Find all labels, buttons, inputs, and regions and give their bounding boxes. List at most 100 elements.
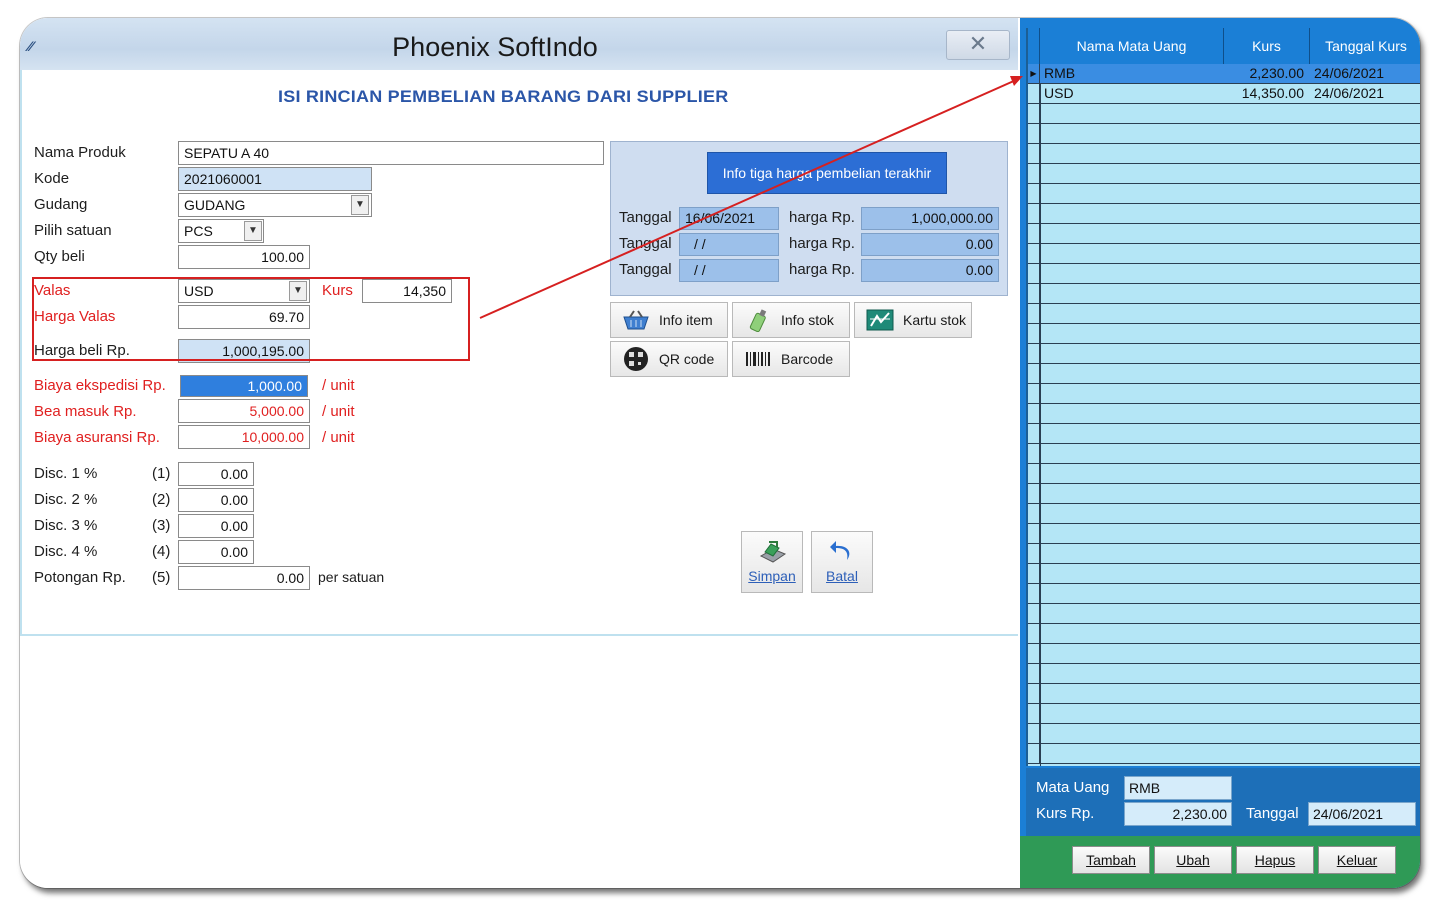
hapus-button[interactable]: Hapus [1236,846,1314,874]
currency-row[interactable]: USD 14,350.00 24/06/2021 [1028,84,1420,104]
col-tanggal-kurs[interactable]: Tanggal Kurs [1310,28,1420,64]
disc-1-field[interactable]: 0.00 [178,462,254,486]
simpan-button[interactable]: Simpan [741,531,803,593]
disc-3-num: (3) [152,517,171,534]
empty-row [1028,564,1420,584]
col-kurs[interactable]: Kurs [1224,28,1310,64]
close-icon[interactable]: ✕ [946,30,1010,60]
empty-row [1028,724,1420,744]
empty-row [1028,544,1420,564]
row-indicator [1028,164,1040,183]
biaya-asuransi-field[interactable]: 10,000.00 [178,425,310,449]
row-indicator [1028,204,1040,223]
screenshot-frame: ⁄⁄ Phoenix SoftIndo ✕ ISI RINCIAN PEMBEL… [20,18,1420,888]
info-item-button[interactable]: Info item [610,302,728,338]
info-item-label: Info item [659,312,713,328]
empty-row [1028,504,1420,524]
empty-row [1028,644,1420,664]
potongan-field[interactable]: 0.00 [178,566,310,590]
tanggal-1-label: Tanggal [619,209,672,226]
row-indicator [1028,144,1040,163]
row-indicator [1028,364,1040,383]
chevron-down-icon[interactable]: ▼ [351,195,369,215]
empty-row [1028,364,1420,384]
tanggal-3-field: / / [679,259,779,282]
biaya-ekspedisi-unit: / unit [322,377,355,394]
ubah-label: Ubah [1176,852,1210,868]
mata-uang-field[interactable]: RMB [1124,776,1232,800]
row-indicator [1028,284,1040,303]
empty-row [1028,184,1420,204]
empty-row [1028,384,1420,404]
kartu-stok-label: Kartu stok [903,312,967,328]
undo-icon [830,541,850,560]
row-indicator [1028,664,1040,683]
gudang-select[interactable]: GUDANG [178,193,372,217]
batal-button[interactable]: Batal [811,531,873,593]
biaya-ekspedisi-field[interactable]: 1,000.00 [180,375,308,397]
keluar-button[interactable]: Keluar [1318,846,1396,874]
qr-code-label: QR code [659,351,715,367]
last-purchase-info-panel: Info tiga harga pembelian terakhir Tangg… [610,141,1008,296]
potongan-num: (5) [152,569,171,586]
kurs-rp-field[interactable]: 2,230.00 [1124,802,1232,826]
qty-field[interactable]: 100.00 [178,245,310,269]
qr-code-button[interactable]: QR code [610,341,728,377]
empty-row [1028,624,1420,644]
grid-header: Nama Mata Uang Kurs Tanggal Kurs [1028,28,1420,64]
currency-footer: Tambah Ubah Hapus Keluar [1020,836,1420,888]
dialog-border-bottom [20,634,1018,636]
row-indicator [1028,644,1040,663]
ubah-button[interactable]: Ubah [1154,846,1232,874]
info-stok-button[interactable]: Info stok [732,302,850,338]
qr-icon [624,347,648,371]
empty-row [1028,604,1420,624]
potongan-unit: per satuan [318,569,385,585]
row-indicator [1028,444,1040,463]
harga-2-field: 0.00 [861,233,999,256]
row-indicator [1028,684,1040,703]
barcode-button[interactable]: Barcode [732,341,850,377]
simpan-label: Simpan [748,568,796,584]
kode-field[interactable]: 2021060001 [178,167,372,191]
disc-3-label: Disc. 3 % [34,517,98,534]
empty-row [1028,124,1420,144]
nama-produk-field[interactable]: SEPATU A 40 [178,141,604,165]
row-indicator [1028,244,1040,263]
currency-name-cell: RMB [1044,65,1076,81]
empty-row [1028,324,1420,344]
empty-row [1028,704,1420,724]
tanggal-3-label: Tanggal [619,261,672,278]
title-bar: ⁄⁄ Phoenix SoftIndo ✕ [20,18,1018,70]
empty-row [1028,444,1420,464]
nama-produk-label: Nama Produk [34,144,126,161]
disc-3-field[interactable]: 0.00 [178,514,254,538]
chevron-down-icon[interactable]: ▼ [244,221,262,241]
disc-2-num: (2) [152,491,171,508]
row-indicator [1028,264,1040,283]
empty-row [1028,424,1420,444]
currency-row[interactable]: ▶ RMB 2,230.00 24/06/2021 [1028,64,1420,84]
row-indicator [1028,464,1040,483]
info-stok-label: Info stok [781,312,834,328]
bea-masuk-field[interactable]: 5,000.00 [178,399,310,423]
empty-row [1028,664,1420,684]
tanggal-1-field: 16/06/2021 [679,207,779,230]
disc-2-field[interactable]: 0.00 [178,488,254,512]
empty-row [1028,104,1420,124]
disc-4-field[interactable]: 0.00 [178,540,254,564]
col-nama-mata-uang[interactable]: Nama Mata Uang [1040,28,1224,64]
disc-4-label: Disc. 4 % [34,543,98,560]
disc-1-num: (1) [152,465,171,482]
tanggal-field[interactable]: 24/06/2021 [1308,802,1416,826]
empty-row [1028,144,1420,164]
tanggal-2-label: Tanggal [619,235,672,252]
info-last-prices-button[interactable]: Info tiga harga pembelian terakhir [707,152,947,194]
currency-highlight-box [32,277,470,361]
currency-grid: Nama Mata Uang Kurs Tanggal Kurs ▶ RMB 2,2… [1026,28,1420,766]
harga-1-field: 1,000,000.00 [861,207,999,230]
kartu-stok-button[interactable]: Kartu stok [854,302,972,338]
row-indicator [1028,624,1040,643]
tambah-button[interactable]: Tambah [1072,846,1150,874]
row-indicator [1028,324,1040,343]
